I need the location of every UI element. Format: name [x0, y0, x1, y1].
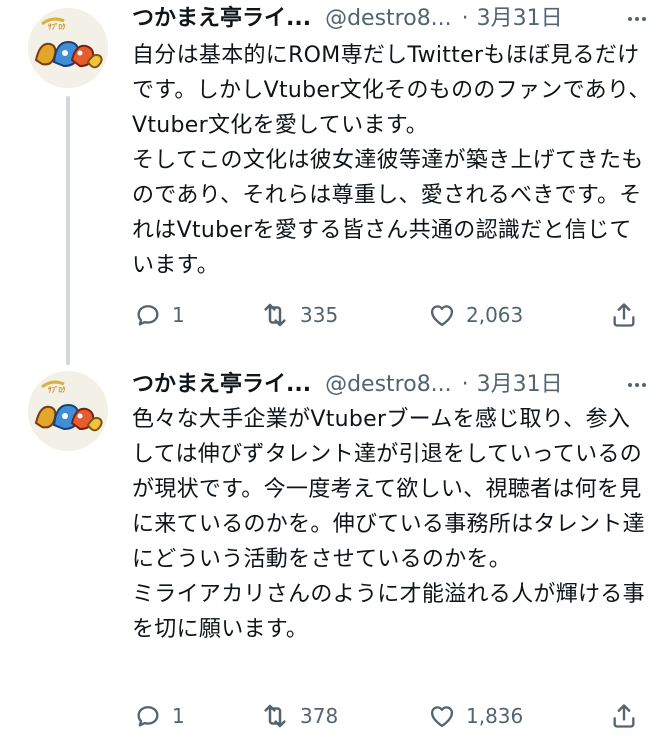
user-handle[interactable]: @destro8... [325, 368, 452, 402]
share-button[interactable] [610, 298, 638, 332]
tweet-1[interactable]: つかまえ亭ライ... @destro8... · 3月31日 自分は基本的にRO… [0, 0, 670, 365]
retweet-button[interactable]: 378 [260, 699, 338, 733]
tweet-text: 色々な大手企業がVtuberブームを感じ取り、参入しては伸びずタレント達が引退を… [132, 407, 645, 642]
reply-bubble-icon [134, 301, 162, 329]
tweet-actions: 1 335 2,063 [132, 298, 644, 332]
share-upload-icon [610, 301, 638, 329]
user-handle[interactable]: @destro8... [325, 2, 452, 36]
heart-outline-icon [428, 301, 456, 329]
avatar-logo-image [28, 8, 108, 88]
separator-dot: · [461, 6, 469, 31]
display-name[interactable]: つかまえ亭ライ... [132, 2, 311, 36]
like-count: 1,836 [466, 704, 524, 728]
tweet-header: つかまえ亭ライ... @destro8... · 3月31日 [132, 2, 652, 36]
reply-count: 1 [172, 303, 185, 327]
thread-line [66, 96, 70, 365]
more-options-button[interactable] [622, 368, 652, 402]
avatar[interactable] [28, 371, 108, 451]
reply-button[interactable]: 1 [134, 699, 185, 733]
tweet-date[interactable]: 3月31日 [477, 2, 563, 36]
tweet-date[interactable]: 3月31日 [477, 368, 563, 402]
retweet-count: 378 [300, 704, 339, 728]
avatar[interactable] [28, 8, 108, 88]
heart-outline-icon [428, 702, 456, 730]
more-horizontal-icon [625, 373, 649, 397]
like-button[interactable]: 2,063 [428, 298, 523, 332]
share-button[interactable] [610, 699, 638, 733]
tweet-header: つかまえ亭ライ... @destro8... · 3月31日 [132, 368, 652, 402]
more-horizontal-icon [625, 7, 649, 31]
separator-dot: · [461, 372, 469, 397]
like-count: 2,063 [466, 303, 524, 327]
tweet-actions: 1 378 1,836 [132, 699, 644, 733]
retweet-arrows-icon [260, 701, 290, 731]
share-upload-icon [610, 702, 638, 730]
more-options-button[interactable] [622, 2, 652, 36]
retweet-count: 335 [300, 303, 339, 327]
retweet-arrows-icon [260, 300, 290, 330]
avatar-logo-image [28, 371, 108, 451]
display-name[interactable]: つかまえ亭ライ... [132, 368, 311, 402]
reply-button[interactable]: 1 [134, 298, 185, 332]
reply-count: 1 [172, 704, 185, 728]
reply-bubble-icon [134, 702, 162, 730]
tweet-2[interactable]: つかまえ亭ライ... @destro8... · 3月31日 色々な大手企業がV… [0, 365, 670, 749]
retweet-button[interactable]: 335 [260, 298, 338, 332]
tweet-text: 自分は基本的にROM専だしTwitterもほぼ見るだけです。しかしVtuber文… [132, 43, 651, 278]
like-button[interactable]: 1,836 [428, 699, 523, 733]
